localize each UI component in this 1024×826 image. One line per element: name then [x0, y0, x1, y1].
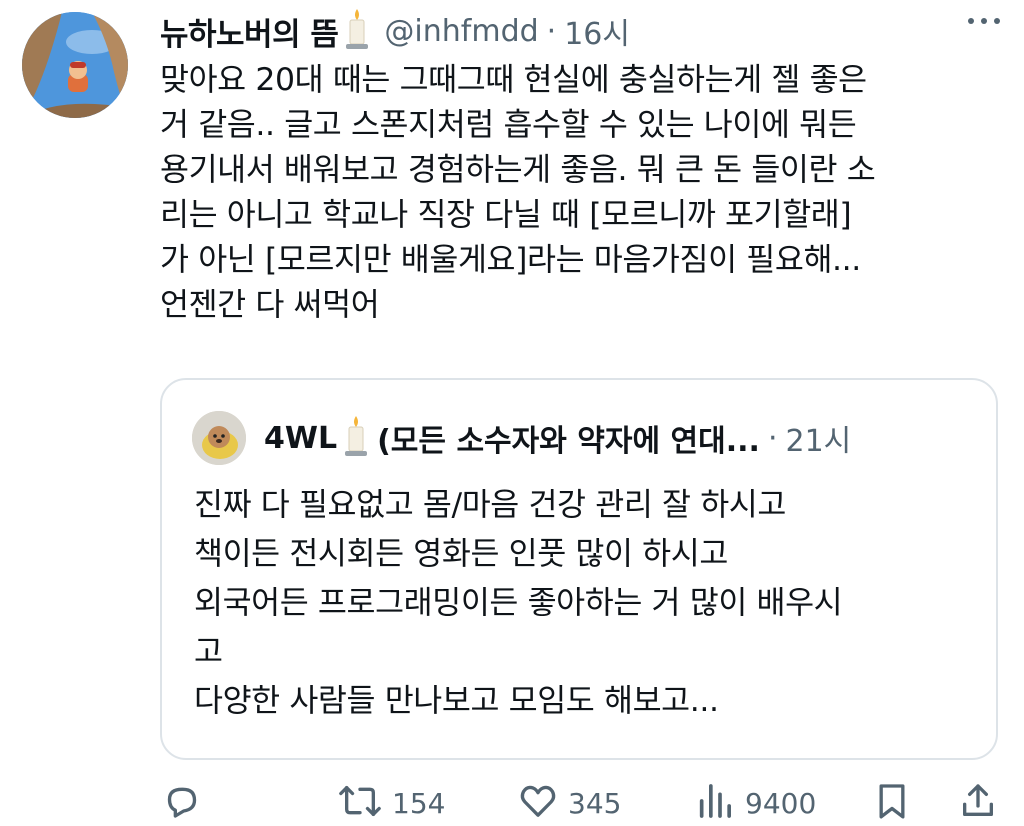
heart-icon [518, 781, 558, 825]
tweet-text-line: 언젠간 다 써먹어 [160, 287, 380, 323]
like-button[interactable]: 345 [518, 780, 621, 826]
quoted-tweet-time[interactable]: 21시 [785, 416, 851, 460]
quoted-tweet-text: 진짜 다 필요없고 몸/마음 건강 관리 잘 하시고 책이든 전시회든 영화든 … [194, 481, 974, 726]
tweet-text-line: 거 같음.. 글고 스폰지처럼 흡수할 수 있는 나이에 뭐든 [160, 107, 857, 143]
like-count: 345 [568, 786, 622, 820]
share-button[interactable] [958, 780, 998, 826]
quoted-author-name[interactable]: 4WL [264, 421, 337, 456]
quoted-text-line: 고 [194, 634, 223, 670]
tweet-text: 맞아요 20대 때는 그때그때 현실에 충실하는게 젤 좋은 거 같음.. 글고… [160, 58, 1005, 328]
reply-icon [162, 781, 202, 825]
separator-dot: · [546, 13, 557, 49]
quoted-text-line: 책이든 전시회든 영화든 인풋 많이 하시고 [194, 536, 728, 572]
quoted-text-line: 다양한 사람들 만나보고 모임도 해보고... [194, 683, 719, 719]
quoted-author-description: (모든 소수자와 약자에 연대... [377, 424, 760, 459]
tweet-text-line: 맞아요 20대 때는 그때그때 현실에 충실하는게 젤 좋은 [160, 62, 867, 98]
view-count: 9400 [745, 786, 817, 820]
bookmark-icon [872, 781, 912, 825]
action-bar: 154 345 9400 [160, 780, 1000, 826]
quoted-tweet-header: 4WL (모든 소수자와 약자에 연대... · 21시 [192, 410, 851, 466]
quoted-tweet[interactable]: 4WL (모든 소수자와 약자에 연대... · 21시 진짜 다 필요없고 몸… [160, 378, 998, 760]
bookmark-button[interactable] [872, 780, 912, 826]
retweet-button[interactable]: 154 [338, 780, 445, 826]
tweet-time[interactable]: 16시 [564, 9, 630, 53]
separator-dot: · [767, 420, 778, 456]
quoted-text-line: 외국어든 프로그래밍이든 좋아하는 거 많이 배우시 [194, 585, 843, 621]
tweet-text-line: 용기내서 배워보고 경험하는게 좋음. 뭐 큰 돈 들이란 소 [160, 152, 876, 188]
reply-button[interactable] [162, 780, 202, 826]
share-icon [958, 781, 998, 825]
author-avatar[interactable] [22, 12, 128, 118]
tweet-header: 뉴하노버의 뜸 @inhfmdd · 16시 [160, 6, 1004, 56]
views-icon [695, 781, 735, 825]
retweet-icon [338, 781, 382, 825]
tweet-text-line: 가 아닌 [모르지만 배울게요]라는 마음가짐이 필요해... [160, 242, 861, 278]
candle-emoji [341, 414, 371, 462]
tweet-text-line: 리는 아니고 학교나 직장 다닐 때 [모르니까 포기할래] [160, 197, 852, 233]
author-name[interactable]: 뉴하노버의 뜸 [160, 9, 339, 54]
views-button[interactable]: 9400 [695, 780, 816, 826]
retweet-count: 154 [392, 786, 446, 820]
quoted-author-avatar[interactable] [192, 411, 246, 465]
quoted-text-line: 진짜 다 필요없고 몸/마음 건강 관리 잘 하시고 [194, 487, 786, 523]
more-icon[interactable] [968, 18, 1000, 24]
candle-emoji [342, 7, 372, 55]
author-handle[interactable]: @inhfmdd [384, 14, 538, 49]
